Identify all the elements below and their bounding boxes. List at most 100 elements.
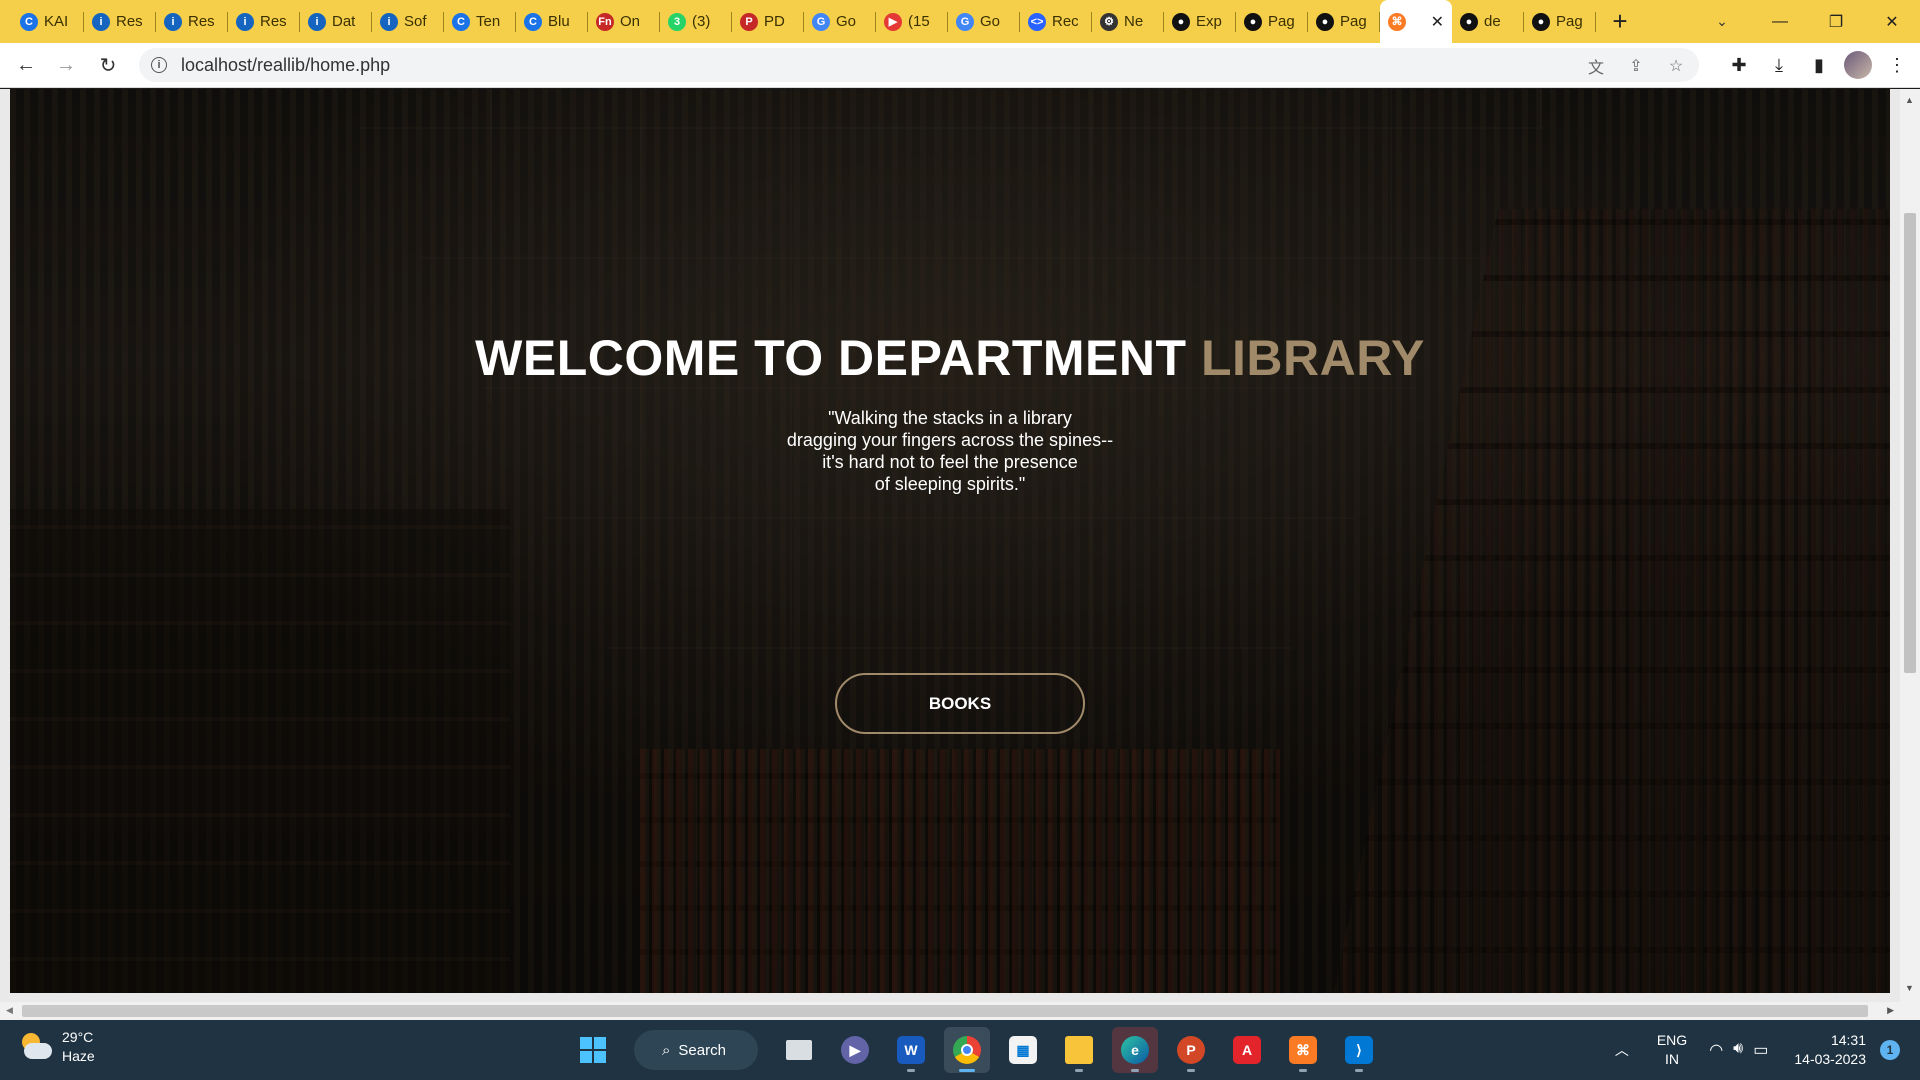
browser-tab[interactable]: ● de [1452,0,1524,43]
fn-logo-icon: Fn [596,12,614,31]
github-icon: ● [1460,12,1478,31]
tab-search-chevron-icon[interactable]: ⌄ [1706,0,1738,43]
store-icon: ▦ [1009,1036,1037,1064]
code-icon: <> [1028,12,1046,31]
minimize-icon[interactable]: — [1752,0,1808,43]
tab-title: Pag [1268,13,1294,30]
clock[interactable]: 14:31 14-03-2023 [1794,1031,1866,1069]
start-button[interactable] [570,1027,616,1073]
browser-tab[interactable]: P PD [732,0,804,43]
window-controls: — ❐ ✕ [1752,0,1920,43]
task-view-button[interactable] [776,1027,822,1073]
scroll-right-icon[interactable]: ▶ [1887,1005,1894,1016]
share-icon[interactable]: ⇪ [1625,55,1647,77]
browser-tab[interactable]: C KAI [12,0,84,43]
browser-tab[interactable]: ● Pag [1308,0,1380,43]
word-button[interactable]: W [888,1027,934,1073]
scroll-up-icon[interactable]: ▲ [1905,95,1914,105]
tab-title: Dat [332,13,356,30]
tab-title: Go [836,13,857,30]
browser-tab[interactable]: i Res [84,0,156,43]
bookmark-star-icon[interactable]: ☆ [1665,55,1687,77]
hero-section: WELCOME TO DEPARTMENT LIBRARY "Walking t… [10,89,1890,993]
horizontal-scrollbar-thumb[interactable] [22,1005,1868,1017]
browser-tab[interactable]: Fn On [588,0,660,43]
translate-icon[interactable]: 文 [1585,55,1607,77]
weather-widget[interactable]: 29°C Haze [20,1028,95,1066]
browser-tab[interactable]: G Go [948,0,1020,43]
back-arrow-icon[interactable]: ← [10,49,42,81]
chrome-button[interactable] [944,1027,990,1073]
vertical-scrollbar[interactable]: ▲ ▼ [1900,89,1920,1002]
browser-tab[interactable]: C Ten [444,0,516,43]
close-tab-icon[interactable]: ✕ [1431,12,1444,32]
tab-title: Blu [548,13,570,30]
browser-tab[interactable]: C Blu [516,0,588,43]
tab-title: Go [980,13,1001,30]
scrollbar-thumb[interactable] [1904,213,1916,673]
browser-tab[interactable]: ● Exp [1164,0,1236,43]
search-icon: ⌕ [662,1041,671,1059]
browser-tab-strip: C KAI i Res i Res i Res i Dat i Sof C Ten C Blu Fn On 3 (3)… [0,0,1920,43]
scroll-down-icon[interactable]: ▼ [1905,983,1914,993]
browser-tab[interactable]: <> Rec [1020,0,1092,43]
address-bar[interactable]: i localhost/reallib/home.php 文 ⇪ ☆ [139,48,1699,82]
browser-tab[interactable]: i Sof [372,0,444,43]
google-icon: G [812,12,830,31]
forward-arrow-icon[interactable]: → [50,49,82,81]
profile-avatar[interactable] [1844,51,1872,79]
browser-tab[interactable]: i Dat [300,0,372,43]
browser-tab[interactable]: ⌘ ✕ [1380,0,1452,43]
tray-overflow-chevron-icon[interactable]: ︿ [1615,1040,1629,1060]
menu-kebab-icon[interactable]: ⋮ [1882,49,1912,81]
browser-tab[interactable]: ● Pag [1524,0,1596,43]
browser-tab[interactable]: i Res [228,0,300,43]
browser-tab[interactable]: ● Pag [1236,0,1308,43]
side-panel-icon[interactable]: ▮ [1804,49,1834,81]
extensions-icon[interactable]: ✚ [1724,49,1754,81]
browser-tab[interactable]: ▶ (15 [876,0,948,43]
file-explorer-button[interactable] [1056,1027,1102,1073]
quote-line: it's hard not to feel the presence [822,452,1078,472]
pdf-icon: P [740,12,758,31]
quick-settings[interactable]: ◠ 🔊︎ ▭ [1709,1040,1768,1060]
info-i-icon: i [164,12,182,31]
close-window-icon[interactable]: ✕ [1864,0,1920,43]
url-text[interactable]: localhost/reallib/home.php [181,55,390,76]
tab-title: de [1484,13,1501,30]
download-icon[interactable]: ⤓ [1764,49,1794,81]
notification-badge[interactable]: 1 [1880,1040,1900,1060]
hero-overlay [10,89,1890,993]
tab-title: Sof [404,13,427,30]
books-button[interactable]: BOOKS [835,673,1085,734]
acrobat-button[interactable]: A [1224,1027,1270,1073]
folder-icon [1065,1036,1093,1064]
powerpoint-button[interactable]: P [1168,1027,1214,1073]
restore-icon[interactable]: ❐ [1808,0,1864,43]
info-i-icon: i [308,12,326,31]
quote-line: dragging your fingers across the spines-… [786,430,1114,450]
language-indicator[interactable]: ENG IN [1657,1031,1687,1069]
tab-title: Res [188,13,214,30]
browser-tab[interactable]: ⚙ Ne [1092,0,1164,43]
xampp-button[interactable]: ⌘ [1280,1027,1326,1073]
tab-title: PD [764,13,785,30]
horizontal-scrollbar[interactable]: ◀ ▶ [0,1002,1900,1020]
vscode-button[interactable]: ⟩ [1336,1027,1382,1073]
browser-tab[interactable]: G Go [804,0,876,43]
reload-icon[interactable]: ↻ [92,49,124,81]
battery-icon: ▭ [1753,1042,1769,1059]
browser-tab[interactable]: i Res [156,0,228,43]
site-info-icon[interactable]: i [151,57,167,73]
edge-button[interactable]: e [1112,1027,1158,1073]
github-icon: ● [1172,12,1190,31]
browser-tab[interactable]: 3 (3) [660,0,732,43]
tab-list: C KAI i Res i Res i Res i Dat i Sof C Ten C Blu Fn On 3 (3)… [0,0,1640,43]
powerpoint-icon: P [1177,1036,1205,1064]
taskbar-search[interactable]: ⌕ Search [634,1030,758,1070]
teams-chat-button[interactable]: ▶ [832,1027,878,1073]
scroll-left-icon[interactable]: ◀ [6,1005,13,1016]
microsoft-store-button[interactable]: ▦ [1000,1027,1046,1073]
hero-quote: "Walking the stacks in a library draggin… [10,407,1890,495]
new-tab-plus-icon[interactable]: + [1600,0,1640,43]
